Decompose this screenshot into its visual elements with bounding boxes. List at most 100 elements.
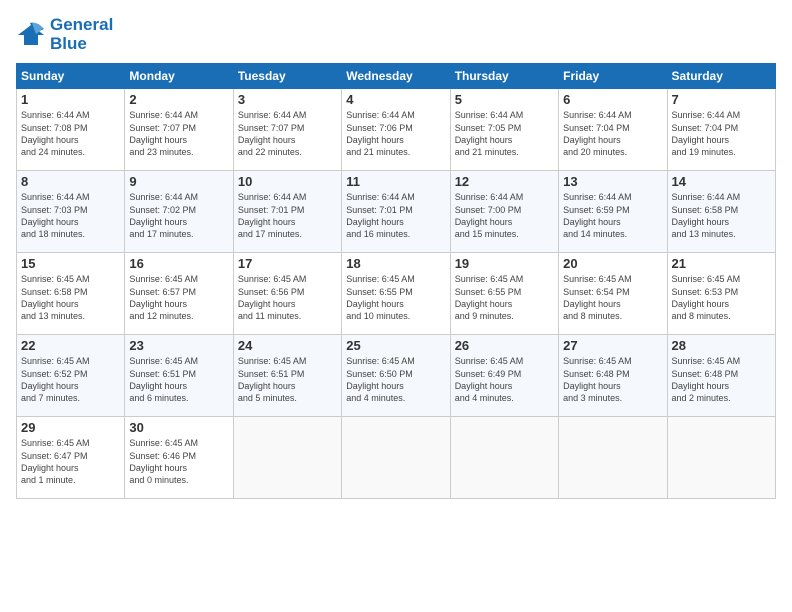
cell-info: Sunrise: 6:45 AM Sunset: 6:55 PM Dayligh… [455,273,554,322]
calendar-cell: 1 Sunrise: 6:44 AM Sunset: 7:08 PM Dayli… [17,89,125,171]
calendar-cell: 26 Sunrise: 6:45 AM Sunset: 6:49 PM Dayl… [450,335,558,417]
cell-info: Sunrise: 6:45 AM Sunset: 6:48 PM Dayligh… [672,355,771,404]
cell-info: Sunrise: 6:44 AM Sunset: 6:58 PM Dayligh… [672,191,771,240]
cell-info: Sunrise: 6:45 AM Sunset: 6:50 PM Dayligh… [346,355,445,404]
calendar-week-row: 29 Sunrise: 6:45 AM Sunset: 6:47 PM Dayl… [17,417,776,499]
calendar-cell: 15 Sunrise: 6:45 AM Sunset: 6:58 PM Dayl… [17,253,125,335]
logo: General Blue [16,16,113,53]
cell-info: Sunrise: 6:44 AM Sunset: 7:07 PM Dayligh… [129,109,228,158]
calendar-cell: 8 Sunrise: 6:44 AM Sunset: 7:03 PM Dayli… [17,171,125,253]
calendar-table: SundayMondayTuesdayWednesdayThursdayFrid… [16,63,776,499]
calendar-cell: 18 Sunrise: 6:45 AM Sunset: 6:55 PM Dayl… [342,253,450,335]
calendar-cell: 7 Sunrise: 6:44 AM Sunset: 7:04 PM Dayli… [667,89,775,171]
calendar-day-header: Saturday [667,64,775,89]
cell-info: Sunrise: 6:45 AM Sunset: 6:57 PM Dayligh… [129,273,228,322]
calendar-week-row: 22 Sunrise: 6:45 AM Sunset: 6:52 PM Dayl… [17,335,776,417]
cell-info: Sunrise: 6:44 AM Sunset: 7:01 PM Dayligh… [238,191,337,240]
calendar-cell: 12 Sunrise: 6:44 AM Sunset: 7:00 PM Dayl… [450,171,558,253]
day-number: 15 [21,256,120,271]
calendar-cell: 23 Sunrise: 6:45 AM Sunset: 6:51 PM Dayl… [125,335,233,417]
day-number: 23 [129,338,228,353]
calendar-cell: 16 Sunrise: 6:45 AM Sunset: 6:57 PM Dayl… [125,253,233,335]
day-number: 19 [455,256,554,271]
day-number: 6 [563,92,662,107]
cell-info: Sunrise: 6:44 AM Sunset: 7:06 PM Dayligh… [346,109,445,158]
day-number: 11 [346,174,445,189]
calendar-week-row: 8 Sunrise: 6:44 AM Sunset: 7:03 PM Dayli… [17,171,776,253]
calendar-cell: 21 Sunrise: 6:45 AM Sunset: 6:53 PM Dayl… [667,253,775,335]
day-number: 13 [563,174,662,189]
calendar-day-header: Tuesday [233,64,341,89]
day-number: 21 [672,256,771,271]
day-number: 5 [455,92,554,107]
day-number: 7 [672,92,771,107]
calendar-cell: 30 Sunrise: 6:45 AM Sunset: 6:46 PM Dayl… [125,417,233,499]
day-number: 9 [129,174,228,189]
calendar-cell: 6 Sunrise: 6:44 AM Sunset: 7:04 PM Dayli… [559,89,667,171]
cell-info: Sunrise: 6:45 AM Sunset: 6:54 PM Dayligh… [563,273,662,322]
calendar-cell: 14 Sunrise: 6:44 AM Sunset: 6:58 PM Dayl… [667,171,775,253]
calendar-cell: 20 Sunrise: 6:45 AM Sunset: 6:54 PM Dayl… [559,253,667,335]
cell-info: Sunrise: 6:45 AM Sunset: 6:52 PM Dayligh… [21,355,120,404]
cell-info: Sunrise: 6:44 AM Sunset: 7:01 PM Dayligh… [346,191,445,240]
calendar-day-header: Thursday [450,64,558,89]
calendar-cell: 28 Sunrise: 6:45 AM Sunset: 6:48 PM Dayl… [667,335,775,417]
cell-info: Sunrise: 6:44 AM Sunset: 7:05 PM Dayligh… [455,109,554,158]
calendar-week-row: 1 Sunrise: 6:44 AM Sunset: 7:08 PM Dayli… [17,89,776,171]
day-number: 24 [238,338,337,353]
cell-info: Sunrise: 6:45 AM Sunset: 6:46 PM Dayligh… [129,437,228,486]
calendar-cell: 3 Sunrise: 6:44 AM Sunset: 7:07 PM Dayli… [233,89,341,171]
page: General Blue SundayMondayTuesdayWednesda… [0,0,792,612]
calendar-cell: 19 Sunrise: 6:45 AM Sunset: 6:55 PM Dayl… [450,253,558,335]
day-number: 30 [129,420,228,435]
day-number: 27 [563,338,662,353]
calendar-cell [450,417,558,499]
calendar-cell: 2 Sunrise: 6:44 AM Sunset: 7:07 PM Dayli… [125,89,233,171]
day-number: 20 [563,256,662,271]
calendar-cell: 13 Sunrise: 6:44 AM Sunset: 6:59 PM Dayl… [559,171,667,253]
cell-info: Sunrise: 6:44 AM Sunset: 7:08 PM Dayligh… [21,109,120,158]
day-number: 1 [21,92,120,107]
calendar-cell: 25 Sunrise: 6:45 AM Sunset: 6:50 PM Dayl… [342,335,450,417]
calendar-day-header: Friday [559,64,667,89]
calendar-cell: 22 Sunrise: 6:45 AM Sunset: 6:52 PM Dayl… [17,335,125,417]
day-number: 14 [672,174,771,189]
calendar-day-header: Monday [125,64,233,89]
day-number: 8 [21,174,120,189]
calendar-week-row: 15 Sunrise: 6:45 AM Sunset: 6:58 PM Dayl… [17,253,776,335]
day-number: 3 [238,92,337,107]
cell-info: Sunrise: 6:44 AM Sunset: 6:59 PM Dayligh… [563,191,662,240]
cell-info: Sunrise: 6:45 AM Sunset: 6:47 PM Dayligh… [21,437,120,486]
day-number: 28 [672,338,771,353]
day-number: 18 [346,256,445,271]
calendar-cell: 9 Sunrise: 6:44 AM Sunset: 7:02 PM Dayli… [125,171,233,253]
cell-info: Sunrise: 6:44 AM Sunset: 7:02 PM Dayligh… [129,191,228,240]
cell-info: Sunrise: 6:45 AM Sunset: 6:51 PM Dayligh… [129,355,228,404]
calendar-cell [233,417,341,499]
day-number: 17 [238,256,337,271]
cell-info: Sunrise: 6:44 AM Sunset: 7:07 PM Dayligh… [238,109,337,158]
logo-icon [16,21,46,49]
calendar-cell: 27 Sunrise: 6:45 AM Sunset: 6:48 PM Dayl… [559,335,667,417]
logo-text: General Blue [50,16,113,53]
calendar-cell: 10 Sunrise: 6:44 AM Sunset: 7:01 PM Dayl… [233,171,341,253]
calendar-cell: 29 Sunrise: 6:45 AM Sunset: 6:47 PM Dayl… [17,417,125,499]
calendar-cell: 24 Sunrise: 6:45 AM Sunset: 6:51 PM Dayl… [233,335,341,417]
cell-info: Sunrise: 6:45 AM Sunset: 6:51 PM Dayligh… [238,355,337,404]
cell-info: Sunrise: 6:45 AM Sunset: 6:58 PM Dayligh… [21,273,120,322]
day-number: 12 [455,174,554,189]
calendar-cell: 11 Sunrise: 6:44 AM Sunset: 7:01 PM Dayl… [342,171,450,253]
day-number: 22 [21,338,120,353]
header: General Blue [16,16,776,53]
cell-info: Sunrise: 6:44 AM Sunset: 7:03 PM Dayligh… [21,191,120,240]
calendar-header-row: SundayMondayTuesdayWednesdayThursdayFrid… [17,64,776,89]
day-number: 26 [455,338,554,353]
cell-info: Sunrise: 6:45 AM Sunset: 6:55 PM Dayligh… [346,273,445,322]
cell-info: Sunrise: 6:45 AM Sunset: 6:53 PM Dayligh… [672,273,771,322]
calendar-cell [667,417,775,499]
calendar-day-header: Wednesday [342,64,450,89]
day-number: 16 [129,256,228,271]
cell-info: Sunrise: 6:44 AM Sunset: 7:04 PM Dayligh… [563,109,662,158]
day-number: 2 [129,92,228,107]
day-number: 4 [346,92,445,107]
